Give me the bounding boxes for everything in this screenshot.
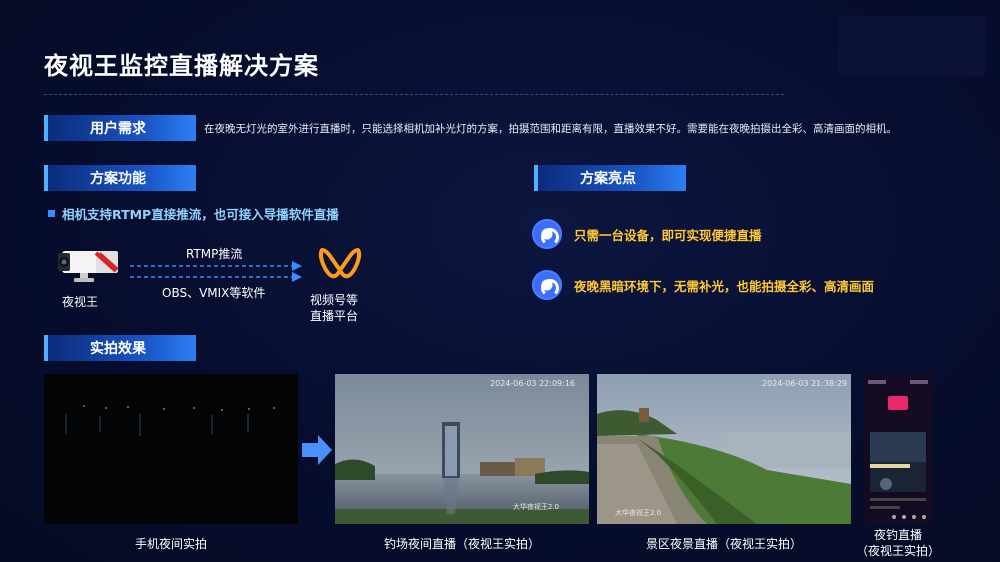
photo-label-live-line1: 夜钓直播 — [873, 528, 922, 542]
watermark-fishing: 大华夜视王2.0 — [512, 503, 559, 511]
camera-label: 夜视王 — [62, 295, 99, 309]
highlight-text-1: 只需一台设备，即可实现便捷直播 — [574, 227, 762, 243]
photo-label-phone: 手机夜间实拍 — [134, 537, 207, 551]
photo-scenic: 2024-06-03 21:38:29 大华夜视王2.0 — [597, 374, 851, 524]
timestamp-fishing: 2024-06-03 22:09:16 — [490, 379, 575, 388]
watermark-scenic: 大华夜视王2.0 — [615, 509, 662, 517]
highlights-tag: 方案亮点 — [534, 165, 686, 191]
timestamp-scenic: 2024-06-03 21:38:29 — [762, 379, 847, 388]
photo-label-live-line2: （夜视王实拍） — [855, 544, 940, 558]
photo-label-fishing: 钓场夜间直播（夜视王实拍） — [383, 537, 540, 551]
highlights-tag-label: 方案亮点 — [580, 171, 636, 187]
functions-tag-label: 方案功能 — [90, 171, 146, 187]
channels-logo-icon — [319, 248, 361, 279]
photo-phone-night — [44, 374, 298, 524]
highlight-item-2: 夜晚黑暗环境下，无需补光，也能拍摄全彩、高清画面 — [532, 270, 874, 300]
circular-badge-icon — [532, 219, 562, 249]
river-scene-image — [597, 374, 851, 524]
circular-badge-icon — [532, 270, 562, 300]
camera-icon — [58, 251, 119, 282]
photo-label-scenic: 景区夜景直播（夜视王实拍） — [645, 537, 802, 551]
rtmp-label: RTMP推流 — [186, 247, 243, 261]
platform-label: 视频号等 直播平台 — [310, 292, 358, 324]
software-label: OBS、VMIX等软件 — [162, 286, 266, 300]
photo-fishing: 2024-06-03 22:09:16 大华夜视王2.0 — [335, 374, 589, 524]
dark-scene-image — [44, 374, 298, 524]
corner-panel — [838, 16, 986, 76]
phone-live-screenshot — [864, 374, 932, 524]
functions-bullet: 相机支持RTMP直接推流，也可接入导播软件直播 — [48, 204, 339, 223]
highlight-item-1: 只需一台设备，即可实现便捷直播 — [532, 219, 762, 249]
platform-label-line1: 视频号等 — [310, 293, 359, 307]
functions-tag: 方案功能 — [44, 165, 196, 191]
functions-bullet-text: 相机支持RTMP直接推流，也可接入导播软件直播 — [62, 207, 339, 222]
needs-tag-label: 用户需求 — [90, 121, 146, 137]
right-arrow-icon — [302, 435, 332, 465]
title-divider — [44, 94, 784, 95]
results-tag: 实拍效果 — [44, 335, 196, 361]
photo-phone-live — [864, 374, 932, 524]
highlight-text-2: 夜晚黑暗环境下，无需补光，也能拍摄全彩、高清画面 — [574, 278, 875, 294]
platform-label-line2: 直播平台 — [310, 309, 359, 323]
needs-description: 在夜晚无灯光的室外进行直播时，只能选择相机加补光灯的方案，拍摄范围和距离有限，直… — [204, 123, 897, 135]
page-title: 夜视王监控直播解决方案 — [44, 52, 319, 80]
needs-tag: 用户需求 — [44, 115, 196, 141]
bullet-square-icon — [48, 210, 55, 217]
photo-label-live: 夜钓直播 （夜视王实拍） — [848, 527, 948, 559]
results-tag-label: 实拍效果 — [90, 341, 146, 357]
